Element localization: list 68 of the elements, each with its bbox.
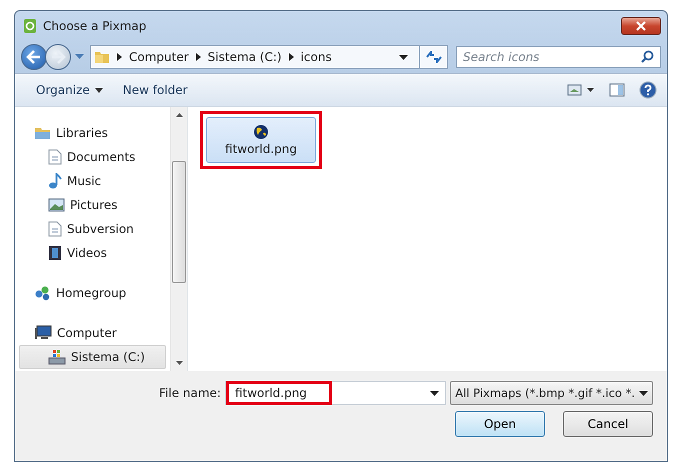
document-icon bbox=[48, 149, 62, 165]
dropdown-caret-icon bbox=[639, 390, 648, 396]
search-icon bbox=[641, 50, 654, 63]
file-name-field[interactable]: fitworld.png bbox=[224, 381, 446, 405]
close-icon bbox=[635, 21, 647, 31]
file-name-value: fitworld.png bbox=[226, 381, 332, 405]
sidebar-item[interactable]: Music bbox=[19, 169, 166, 193]
sidebar-item[interactable]: Videos bbox=[19, 241, 166, 265]
sidebar-item[interactable]: Homegroup bbox=[19, 281, 166, 305]
sidebar-label: Videos bbox=[67, 246, 107, 260]
address-bar[interactable]: Computer Sistema (C:) icons bbox=[90, 45, 448, 69]
preview-pane-icon[interactable] bbox=[609, 83, 625, 97]
sidebar-item[interactable]: Subversion bbox=[19, 217, 166, 241]
globe-icon bbox=[253, 124, 269, 140]
music-note-icon bbox=[48, 173, 62, 189]
chevron-icon bbox=[288, 53, 294, 61]
organize-button[interactable]: Organize bbox=[33, 81, 106, 99]
sidebar-item[interactable]: Sistema (C:) bbox=[19, 345, 166, 369]
sidebar-item[interactable]: Computer bbox=[19, 321, 166, 345]
chevron-icon bbox=[117, 53, 122, 61]
film-icon bbox=[48, 245, 62, 261]
sidebar-label: Homegroup bbox=[56, 286, 126, 300]
close-button[interactable] bbox=[621, 17, 661, 35]
view-icon[interactable] bbox=[567, 84, 595, 96]
arrow-left-icon bbox=[26, 50, 42, 64]
sidebar-label: Pictures bbox=[70, 198, 118, 212]
history-caret-icon[interactable] bbox=[75, 54, 84, 60]
file-name-label: File name: bbox=[159, 386, 221, 400]
folder-icon bbox=[94, 49, 110, 65]
caret-icon bbox=[94, 88, 103, 92]
breadcrumb-item[interactable]: Sistema (C:) bbox=[208, 50, 282, 64]
sidebar-item[interactable]: Pictures bbox=[19, 193, 166, 217]
refresh-icon bbox=[426, 51, 442, 63]
computer-icon bbox=[34, 325, 52, 341]
chevron-icon bbox=[196, 53, 201, 61]
breadcrumb-item[interactable]: icons bbox=[300, 50, 332, 64]
sidebar-label: Documents bbox=[67, 150, 136, 164]
file-name: fitworld.png bbox=[225, 142, 297, 156]
file-item[interactable]: fitworld.png bbox=[206, 117, 316, 163]
document-icon bbox=[48, 221, 62, 237]
scroll-down-icon[interactable] bbox=[176, 361, 182, 365]
new-folder-button[interactable]: New folder bbox=[120, 81, 191, 99]
dropdown-caret-icon[interactable] bbox=[430, 390, 440, 396]
sidebar-label: Subversion bbox=[67, 222, 134, 236]
dropdown-caret-icon[interactable] bbox=[399, 54, 408, 60]
window-title: Choose a Pixmap bbox=[43, 19, 146, 33]
scrollbar[interactable] bbox=[170, 107, 187, 371]
app-icon bbox=[23, 18, 37, 34]
cancel-button[interactable]: Cancel bbox=[563, 411, 653, 437]
breadcrumb-item[interactable]: Computer bbox=[129, 50, 189, 64]
sidebar-label: Sistema (C:) bbox=[71, 350, 145, 364]
forward-button[interactable] bbox=[45, 44, 71, 70]
open-button[interactable]: Open bbox=[455, 411, 545, 437]
help-icon[interactable] bbox=[639, 81, 657, 99]
library-icon bbox=[34, 126, 51, 140]
picture-icon bbox=[48, 198, 65, 212]
sidebar-label: Music bbox=[67, 174, 102, 188]
sidebar-label: Libraries bbox=[56, 126, 108, 140]
homegroup-icon bbox=[34, 285, 51, 301]
drive-icon bbox=[48, 349, 66, 365]
sidebar-item[interactable]: Libraries bbox=[19, 121, 166, 145]
back-button[interactable] bbox=[21, 44, 47, 70]
file-type-dropdown[interactable]: All Pixmaps (*.bmp *.gif *.ico *. bbox=[450, 381, 653, 405]
sidebar-label: Computer bbox=[57, 326, 117, 340]
arrow-right-icon bbox=[50, 50, 66, 64]
search-field[interactable]: Search icons bbox=[456, 46, 661, 68]
scroll-up-icon[interactable] bbox=[176, 113, 182, 117]
sidebar-item[interactable]: Documents bbox=[19, 145, 166, 169]
